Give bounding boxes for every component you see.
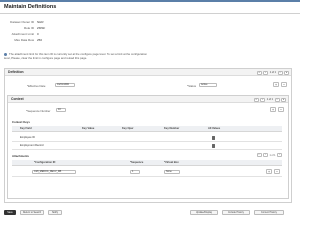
virtual-box-select[interactable]: None [164, 169, 180, 174]
info-note-text: The attachment limit for this item ID is… [4, 52, 147, 60]
first-page-icon[interactable]: ‹ [263, 71, 269, 75]
context-section: Context ⌕ ‹ 1 of 1 › » *Sequence Number … [7, 95, 289, 199]
detail-label: Max Data Row [14, 38, 34, 42]
delete-icon[interactable] [212, 136, 215, 140]
save-button[interactable]: Save [4, 210, 16, 215]
table-row[interactable]: Employee ID [12, 134, 282, 142]
next-page-icon[interactable]: › [277, 71, 283, 75]
definition-header: Definition ⌕ ‹ 1 of 1 › » [5, 69, 291, 76]
context-pager: ⌕ ‹ 1 of 1 › » [253, 97, 286, 103]
detail-value: NHR [37, 20, 44, 24]
detail-value: 250 [37, 38, 43, 42]
table-row[interactable]: CMI_MEDOC_RECV_DB 1 None + − [12, 168, 282, 177]
detail-label: Attachment Limit [11, 32, 34, 36]
column-header: *Sequence [130, 161, 144, 164]
sequence-label: *Sequence Number [26, 109, 51, 113]
sequence-input[interactable]: 1 [130, 169, 140, 174]
detail-row: Attachment Limit 0 [4, 32, 39, 36]
add-context-button[interactable]: + [270, 107, 276, 112]
column-header: *Virtual Box [164, 161, 179, 164]
first-page-icon[interactable]: ‹ [263, 153, 269, 157]
update-display-button[interactable]: Update/Display [190, 210, 218, 215]
detail-value: ZMSF [37, 26, 46, 30]
detail-value: 0 [37, 32, 39, 36]
effective-date-input[interactable]: 01/01/1900 [55, 83, 75, 87]
detail-row: Max Data Row 250 [4, 38, 42, 42]
search-icon[interactable]: ⌕ [256, 71, 262, 75]
pager-text: 1 of 1 [266, 98, 273, 101]
table-row[interactable]: Employment Record [12, 142, 282, 150]
attachments-header: *Configuration ID *Sequence *Virtual Box [12, 160, 282, 166]
pager-text: 1 of 1 [269, 153, 276, 157]
search-icon[interactable]: ⌕ [256, 153, 262, 157]
correct-history-button[interactable]: Correct History [254, 210, 284, 215]
title-divider [0, 13, 300, 14]
detail-row: Dataset Owner ID NHR [4, 20, 44, 24]
effective-date-label: *Effective Date [27, 84, 46, 88]
definition-title: Definition [8, 70, 24, 74]
context-title: Context [11, 97, 24, 101]
context-keys-title: Context Keys [12, 120, 30, 124]
detail-row: Role ID ZMSF [4, 26, 45, 30]
page-title: Maintain Definitions [4, 4, 57, 10]
key-field: Employment Record [20, 143, 44, 147]
column-header: *Configuration ID [34, 161, 56, 164]
detail-label: Dataset Owner ID [10, 20, 34, 24]
status-label: *Status [187, 84, 197, 88]
definition-pager: ⌕ ‹ 1 of 1 › » [256, 70, 289, 76]
pager-text: 1 of 1 [269, 71, 276, 74]
add-attachment-button[interactable]: + [266, 169, 272, 174]
remove-context-button[interactable]: − [278, 107, 284, 112]
search-icon[interactable]: ⌕ [253, 98, 259, 102]
column-header: Key Value [82, 127, 95, 130]
first-page-icon[interactable]: ‹ [260, 98, 266, 102]
last-page-icon[interactable]: » [284, 71, 289, 75]
key-field: Employee ID [20, 135, 35, 139]
column-header: All Values [208, 127, 221, 130]
sequence-input[interactable]: 10 [56, 108, 66, 112]
delete-icon[interactable] [212, 144, 215, 148]
last-page-icon[interactable]: » [281, 98, 286, 102]
return-to-search-button[interactable]: Return to Search [20, 210, 44, 215]
add-definition-button[interactable]: + [273, 82, 279, 87]
definition-section: Definition ⌕ ‹ 1 of 1 › » *Effective Dat… [4, 68, 292, 203]
context-keys-header: Key Field Key Value Key Oper Key Number … [12, 126, 282, 132]
attachments-pager: ⌕ ‹ 1 of 1 › [256, 153, 282, 157]
top-bar [0, 0, 300, 2]
column-header: Key Field [20, 127, 32, 130]
context-header: Context ⌕ ‹ 1 of 1 › » [8, 96, 288, 103]
include-history-button[interactable]: Include History [222, 210, 250, 215]
column-header: Key Number [164, 127, 180, 130]
remove-attachment-button[interactable]: − [274, 169, 280, 174]
status-select[interactable]: Active [199, 83, 217, 87]
notify-button[interactable]: Notify [48, 210, 62, 215]
next-page-icon[interactable]: › [277, 153, 282, 157]
attachments-title: Attachments [12, 154, 29, 158]
configuration-id-input[interactable]: CMI_MEDOC_RECV_DB [32, 169, 76, 174]
detail-label: Role ID [23, 26, 34, 30]
column-header: Key Oper [122, 127, 134, 130]
next-page-icon[interactable]: › [274, 98, 280, 102]
remove-definition-button[interactable]: − [281, 82, 287, 87]
info-note: The attachment limit for this item ID is… [4, 53, 154, 60]
